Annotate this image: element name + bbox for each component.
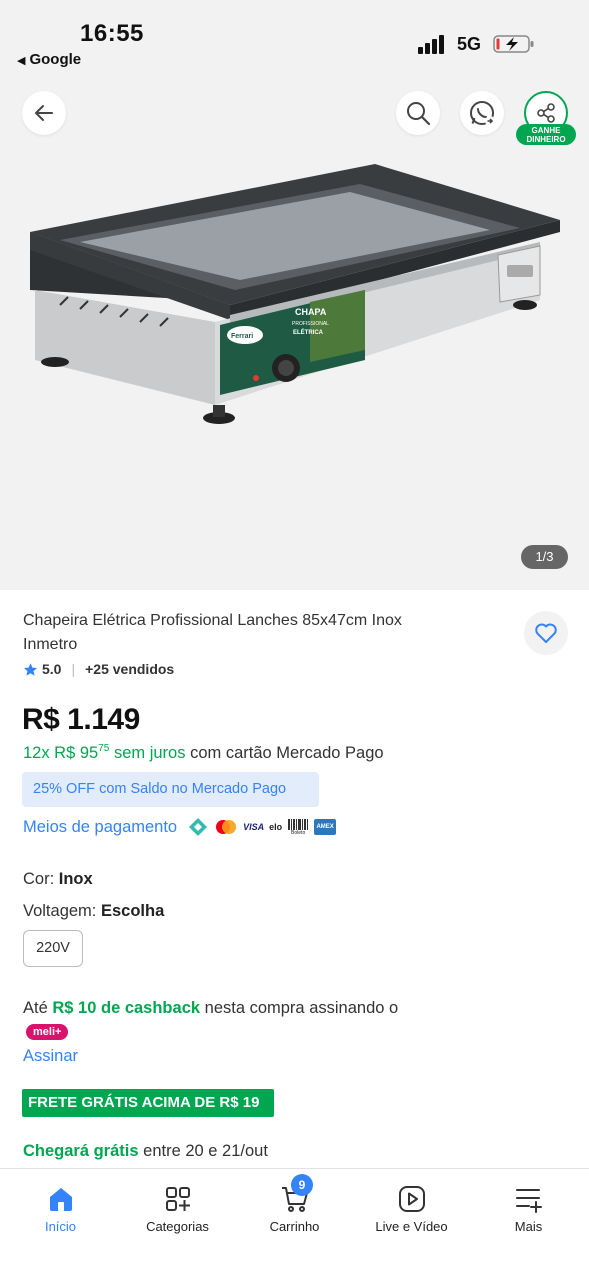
bottom-navigation: Início Categorias Carrinho 9 Live e Víde… [0,1168,589,1280]
menu-plus-icon [513,1183,545,1215]
nav-home[interactable]: Início [2,1169,119,1239]
subscribe-link[interactable]: Assinar [23,1047,78,1066]
nav-cart-label: Carrinho [269,1219,320,1234]
product-title: Chapeira Elétrica Profissional Lanches 8… [23,612,402,653]
voltage-variation: Voltagem: Escolha [23,902,164,921]
arrow-left-icon [35,105,53,121]
pix-icon [187,817,209,837]
network-type: 5G [457,34,482,54]
signal-icon [418,34,450,54]
cashback-middle: nesta compra assinando o [204,999,399,1017]
amex-icon: AMEX [314,819,337,835]
delivery-free: Chegará grátis [23,1142,139,1160]
panel-sub1: PROFISSIONAL [292,321,329,327]
back-button[interactable] [22,91,66,135]
rating-separator: | [71,661,76,677]
promo-badge: 25% OFF com Saldo no Mercado Pago [22,772,319,807]
brand-logo-text: Ferrari [231,333,253,340]
rating-value: 5.0 [42,661,62,677]
earn-badge-line1: GANHE [531,126,561,135]
nav-live-video[interactable]: Live e Vídeo [353,1169,470,1239]
back-to-app-link[interactable]: ◀ Google [17,51,81,68]
nav-categories[interactable]: Categorias [119,1169,236,1239]
meli-plus-badge: meli+ [26,1024,69,1040]
search-icon [407,102,431,126]
status-time: 16:55 [80,20,144,47]
product-gallery[interactable]: 16:55 ◀ Google 5G GANHE DINHEIRO Ferrari… [0,0,589,590]
boleto-icon: Boleto [287,817,309,837]
delivery-dates: entre 20 e 21/out [143,1142,268,1160]
home-icon [45,1183,77,1215]
share-icon [537,103,555,123]
image-counter: 1/3 [521,545,568,569]
delivery-info: Chegará grátis entre 20 e 21/out [23,1142,268,1161]
categories-icon [162,1183,194,1215]
nav-categories-label: Categorias [146,1219,209,1234]
installment-amount: 12x R$ 95 [23,744,99,762]
back-app-label: Google [29,51,82,68]
cashback-amount: R$ 10 de cashback [52,999,201,1017]
cashback-info: Até R$ 10 de cashback nesta compra assin… [23,996,423,1044]
product-price: R$ 1.149 [22,703,140,736]
status-bar: 16:55 ◀ Google 5G [0,0,589,80]
favorite-button[interactable] [524,611,568,655]
boleto-label: Boleto [291,829,306,836]
battery-charging-icon [493,35,534,53]
installments-info: 12x R$ 9575 sem juros com cartão Mercado… [23,743,384,763]
nav-live-video-label: Live e Vídeo [375,1219,448,1234]
whatsapp-icon [470,100,495,126]
star-icon [23,662,38,676]
earn-money-badge[interactable]: GANHE DINHEIRO [516,124,576,145]
color-variation: Cor: Inox [23,870,93,889]
nav-home-label: Início [44,1219,77,1234]
panel-title: CHAPA [295,307,327,317]
panel-sub2: ELÉTRICA [293,328,324,336]
voltage-label: Voltagem: [23,902,97,920]
free-shipping-banner: FRETE GRÁTIS ACIMA DE R$ 19 [22,1089,274,1117]
whatsapp-share-button[interactable] [460,91,504,135]
play-icon [396,1183,428,1215]
voltage-value: Escolha [100,902,165,920]
earn-badge-line2: DINHEIRO [526,135,566,144]
sold-count: +25 vendidos [85,661,175,677]
installment-interest: sem juros [113,744,186,762]
cashback-prefix: Até [23,999,48,1017]
installment-cents: 75 [98,743,110,754]
nav-more-label: Mais [514,1219,543,1234]
payment-methods-row[interactable]: Meios de pagamento VISA elo Boleto AMEX [23,817,341,837]
search-button[interactable] [396,91,440,135]
rating-row[interactable]: 5.0 | +25 vendidos [23,661,174,677]
color-value: Inox [58,870,93,888]
cart-count-badge: 9 [291,1174,313,1196]
visa-icon: VISA [243,822,265,832]
voltage-option-220v[interactable]: 220V [23,930,83,967]
color-label: Cor: [23,870,55,888]
elo-icon: elo [269,822,283,832]
mastercard-icon [214,817,238,837]
installment-suffix: com cartão Mercado Pago [190,744,384,762]
nav-more[interactable]: Mais [470,1169,587,1239]
payment-methods-link[interactable]: Meios de pagamento [23,818,177,837]
product-image: Ferrari CHAPA PROFISSIONAL ELÉTRICA [30,164,560,424]
heart-icon [535,623,557,643]
